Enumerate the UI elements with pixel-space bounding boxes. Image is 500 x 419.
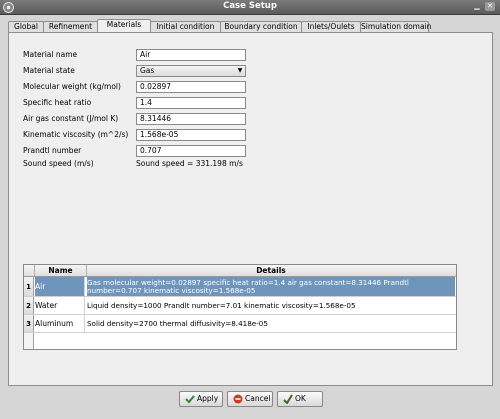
minimize-icon[interactable]: ▁ bbox=[472, 2, 482, 11]
cell-name-text: Aluminum bbox=[35, 319, 74, 328]
cancel-button-label: Cancel bbox=[245, 394, 271, 403]
cell-name-text: Water bbox=[35, 301, 58, 310]
checkmark-icon bbox=[185, 395, 195, 404]
cell-details-text: Liquid density=1000 Prandlt number=7.01 … bbox=[87, 300, 356, 310]
row-number bbox=[24, 333, 34, 349]
cell-name: Aluminum bbox=[35, 315, 85, 332]
column-header-name[interactable]: Name bbox=[35, 265, 87, 276]
ok-button[interactable]: OK bbox=[277, 391, 323, 407]
specific-heat-ratio-field[interactable]: 1.4 bbox=[136, 97, 246, 109]
specific-heat-ratio-label: Specific heat ratio bbox=[23, 98, 92, 107]
apply-button-label: Apply bbox=[197, 394, 219, 403]
material-state-value: Gas bbox=[140, 66, 155, 75]
column-header-details[interactable]: Details bbox=[87, 265, 455, 276]
cancel-icon bbox=[233, 394, 243, 404]
material-name-field[interactable]: Air bbox=[136, 49, 246, 61]
tab-refinement[interactable]: Refinement bbox=[43, 21, 98, 32]
tab-inlets-outlets[interactable]: Inlets/Oulets bbox=[301, 21, 361, 32]
kinematic-viscosity-field[interactable]: 1.568e-05 bbox=[136, 129, 246, 141]
tab-boundary-condition[interactable]: Boundary condition bbox=[220, 21, 302, 32]
cell-details-text: Gas molecular weight=0.02897 specific he… bbox=[87, 277, 409, 295]
materials-table: Name Details 1 Air Gas molecular weight=… bbox=[23, 264, 457, 350]
molecular-weight-field[interactable]: 0.02897 bbox=[136, 81, 246, 93]
cell-details-text: Solid density=2700 thermal diffusivity=8… bbox=[87, 318, 268, 328]
row-number: 2 bbox=[24, 297, 34, 314]
window-title: Case Setup bbox=[223, 1, 277, 11]
tab-global[interactable]: Global bbox=[8, 21, 44, 32]
cell-details: Liquid density=1000 Prandlt number=7.01 … bbox=[87, 297, 455, 314]
close-icon[interactable]: ✕ bbox=[485, 2, 495, 11]
chevron-down-icon[interactable]: ▼ bbox=[236, 67, 244, 75]
air-gas-constant-field[interactable]: 8.31446 bbox=[136, 113, 246, 125]
cell-name: Water bbox=[35, 297, 85, 314]
tab-materials[interactable]: Materials bbox=[97, 19, 151, 32]
apply-button[interactable]: Apply bbox=[179, 391, 223, 407]
kinematic-viscosity-label: Kinematic viscosity (m^2/s) bbox=[23, 130, 129, 139]
cell-details: Solid density=2700 thermal diffusivity=8… bbox=[87, 315, 455, 332]
table-header: Name Details bbox=[24, 265, 456, 277]
row-number: 3 bbox=[24, 315, 34, 332]
prandtl-number-label: Prandtl number bbox=[23, 146, 82, 155]
table-row[interactable]: 3 Aluminum Solid density=2700 thermal di… bbox=[24, 315, 456, 333]
row-number-header bbox=[24, 265, 35, 276]
table-row[interactable]: 1 Air Gas molecular weight=0.02897 speci… bbox=[24, 277, 456, 297]
material-state-select[interactable]: Gas ▼ bbox=[136, 65, 246, 77]
ok-button-label: OK bbox=[295, 394, 306, 403]
title-bar: Case Setup ▁ ✕ bbox=[0, 0, 500, 15]
sound-speed-label: Sound speed (m/s) bbox=[23, 159, 94, 168]
cancel-button[interactable]: Cancel bbox=[227, 391, 273, 407]
cell-details: Gas molecular weight=0.02897 specific he… bbox=[87, 277, 455, 296]
prandtl-number-field[interactable]: 0.707 bbox=[136, 145, 246, 157]
row-number: 1 bbox=[24, 277, 34, 296]
tab-initial-condition[interactable]: Initial condition bbox=[150, 21, 221, 32]
air-gas-constant-label: Air gas constant (J/mol K) bbox=[23, 114, 119, 123]
sound-speed-value: Sound speed = 331.198 m/s bbox=[136, 159, 243, 168]
cell-name-text: Air bbox=[35, 282, 46, 291]
material-name-label: Material name bbox=[23, 50, 78, 59]
tab-simulation-domain[interactable]: Simulation domain bbox=[360, 21, 431, 32]
molecular-weight-label: Molecular weight (kg/mol) bbox=[23, 82, 121, 91]
cell-name: Air bbox=[35, 277, 85, 296]
table-row-empty bbox=[24, 333, 456, 349]
ok-icon bbox=[283, 394, 293, 404]
material-state-label: Material state bbox=[23, 66, 75, 75]
table-row[interactable]: 2 Water Liquid density=1000 Prandlt numb… bbox=[24, 297, 456, 315]
